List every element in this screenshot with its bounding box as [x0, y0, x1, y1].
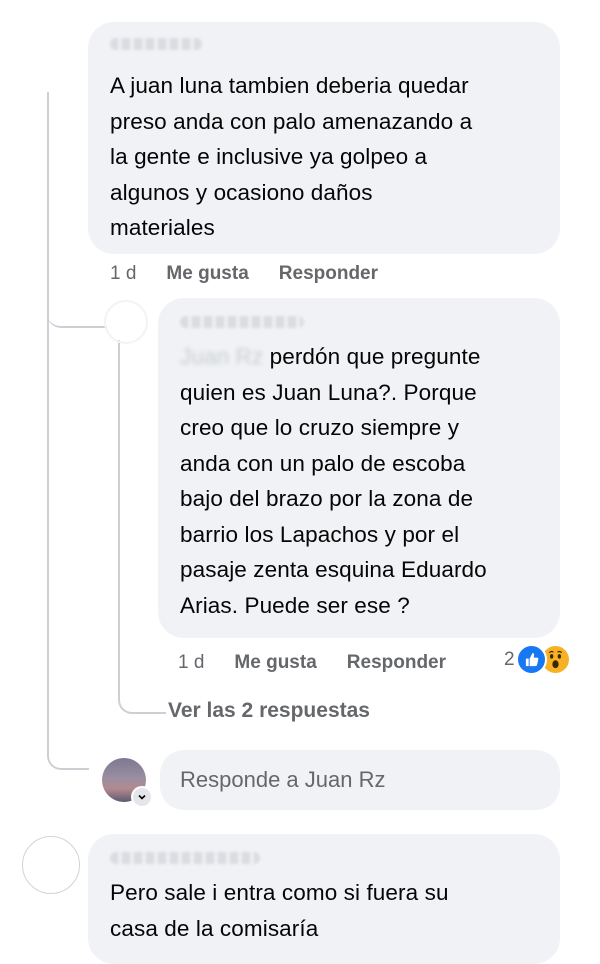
comment-text: A juan luna tambien deberia quedar preso… — [110, 73, 473, 240]
reply-bubble: Juan Rz perdón que pregunte quien es Jua… — [158, 298, 560, 638]
reply-timestamp[interactable]: 1 d — [178, 652, 204, 674]
comment-actions: 1 d Me gusta Responder — [110, 263, 378, 285]
comment2-author-name[interactable] — [110, 852, 260, 864]
reaction-summary[interactable]: 2 — [504, 644, 571, 675]
reply-button[interactable]: Responder — [279, 263, 378, 285]
reply-input[interactable]: Responde a Juan Rz — [160, 750, 560, 810]
comment2-bubble: Pero sale i entra como si fuera su casa … — [88, 834, 560, 964]
reply-reply-button[interactable]: Responder — [347, 652, 446, 674]
comment-timestamp[interactable]: 1 d — [110, 263, 136, 285]
reply-author-name[interactable] — [180, 316, 304, 328]
thread-line-branch — [47, 300, 107, 328]
view-replies-link[interactable]: Ver las 2 respuestas — [168, 699, 370, 723]
reply-actions: 1 d Me gusta Responder — [178, 652, 446, 674]
like-button[interactable]: Me gusta — [166, 263, 248, 285]
thread-line-main — [47, 92, 89, 770]
reply-like-button[interactable]: Me gusta — [234, 652, 316, 674]
comment-author-name[interactable] — [110, 38, 202, 50]
comment-bubble: A juan luna tambien deberia quedar preso… — [88, 22, 560, 254]
comment2-avatar[interactable] — [22, 836, 80, 894]
reply-text: Juan Rz perdón que pregunte quien es Jua… — [180, 344, 487, 618]
reply-mention[interactable]: Juan Rz — [180, 344, 263, 369]
avatar[interactable] — [104, 300, 148, 344]
avatar-menu-chevron-icon[interactable] — [131, 786, 153, 808]
comment2-text: Pero sale i entra como si fuera su casa … — [110, 880, 449, 941]
like-icon — [515, 644, 547, 675]
reaction-count: 2 — [504, 648, 515, 670]
